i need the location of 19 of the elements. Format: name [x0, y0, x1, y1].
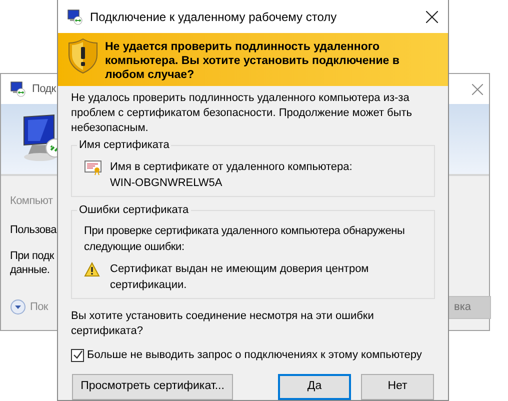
certificate-name-text: Имя в сертификате от удаленного компьютера: — [110, 160, 352, 175]
question-text: Вы хотите установить соединение несмотря на эти ошибки сертификата? — [70, 309, 375, 339]
group-title: Имя сертификата — [77, 137, 172, 153]
errors-intro-text: При проверке сертификата удаленного компьютера обнаружены следующие ошибки: — [84, 224, 406, 255]
dont-ask-checkbox[interactable]: Больше не выводить запрос о подключениях к этому компьютеру — [71, 347, 448, 364]
form-label: данные. — [10, 263, 50, 277]
window-title: Подк — [32, 82, 56, 97]
form-label: При подк — [10, 249, 54, 263]
dialog-button[interactable]: Нет — [361, 374, 434, 400]
window-title: Подключение к удаленному рабочему столу — [90, 8, 337, 26]
banner-text: Не удается проверить подлинность удаленного компьютера. Вы хотите установить подключение в любом случае? — [105, 40, 400, 82]
group-title: Ошибки сертификата — [77, 202, 191, 218]
certificate-name-text: WIN-OBGNWRELW5A — [110, 176, 224, 191]
view-certificate-button[interactable]: Просмотреть сертификат... — [72, 374, 233, 400]
error-text: Сертификат выдан не имеющим доверия центром сертификации. — [110, 262, 370, 293]
dialog-button[interactable]: Да — [278, 374, 351, 400]
form-label: Пользова — [10, 223, 56, 237]
intro-text: Не удалось проверить подлинность удаленного компьютера из-за проблем с сертификатом безопасности. Продолжение может быть небезопасным. — [70, 91, 414, 136]
form-label: Компьют — [10, 194, 53, 208]
